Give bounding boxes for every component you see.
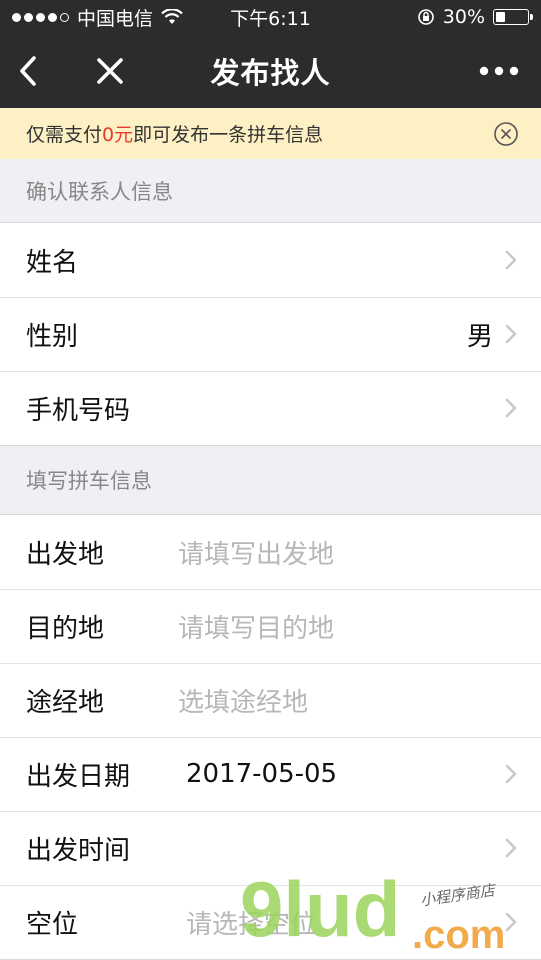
departure-input[interactable]: 请填写出发地 — [178, 534, 519, 571]
contact-section-header: 确认联系人信息 — [0, 159, 541, 222]
page-title: 发布找人 — [210, 56, 331, 90]
close-circle-icon[interactable] — [493, 121, 519, 147]
destination-label: 目的地 — [26, 613, 105, 644]
departure-label: 出发地 — [26, 539, 105, 570]
carrier-label: 中国电信 — [77, 7, 154, 30]
waypoint-input[interactable]: 选填途经地 — [178, 682, 519, 719]
chevron-right-icon — [505, 764, 519, 784]
seats-select[interactable]: 请选择空位 — [178, 904, 505, 941]
battery-icon — [493, 9, 533, 25]
date-row[interactable]: 出发日期 2017-05-05 — [0, 737, 541, 811]
navbar: 发布找人 — [0, 34, 541, 108]
time-row[interactable]: 出发时间 — [0, 811, 541, 885]
gender-row[interactable]: 性别 男 — [0, 297, 541, 371]
status-right: 30% — [417, 6, 533, 28]
chevron-right-icon — [505, 838, 519, 858]
waypoint-row[interactable]: 途经地 选填途经地 — [0, 663, 541, 737]
ride-group: 出发地 请填写出发地 目的地 请填写目的地 途经地 选填途经地 出发日期 201… — [0, 514, 541, 960]
chevron-right-icon — [505, 398, 519, 418]
time-label: 出发时间 — [26, 835, 131, 866]
phone-row[interactable]: 手机号码 — [0, 371, 541, 445]
notice-banner: 仅需支付0元即可发布一条拼车信息 — [0, 108, 541, 159]
status-bar: 中国电信 下午6:11 30% — [0, 0, 541, 34]
contact-group: 姓名 性别 男 手机号码 — [0, 222, 541, 446]
departure-row[interactable]: 出发地 请填写出发地 — [0, 515, 541, 589]
ride-section-header: 填写拼车信息 — [0, 446, 541, 514]
notice-prefix: 仅需支付 — [26, 124, 103, 146]
notice-text: 仅需支付0元即可发布一条拼车信息 — [26, 120, 323, 147]
date-label: 出发日期 — [26, 761, 131, 792]
phone-label: 手机号码 — [26, 395, 131, 426]
battery-percent: 30% — [442, 6, 485, 28]
date-value: 2017-05-05 — [186, 759, 338, 789]
seats-row[interactable]: 空位 请选择空位 — [0, 885, 541, 959]
gender-value: 男 — [466, 321, 493, 352]
chevron-right-icon — [505, 912, 519, 932]
waypoint-label: 途经地 — [26, 687, 105, 718]
gender-label: 性别 — [26, 321, 79, 352]
status-left: 中国电信 — [12, 4, 183, 31]
orientation-lock-icon — [417, 9, 434, 25]
more-button[interactable] — [469, 34, 529, 108]
destination-input[interactable]: 请填写目的地 — [178, 608, 519, 645]
signal-icon — [12, 12, 69, 22]
wifi-icon — [161, 9, 183, 24]
chevron-right-icon — [505, 324, 519, 344]
notice-suffix: 即可发布一条拼车信息 — [133, 124, 324, 146]
notice-price: 0元 — [102, 124, 134, 146]
name-row[interactable]: 姓名 — [0, 223, 541, 297]
destination-row[interactable]: 目的地 请填写目的地 — [0, 589, 541, 663]
name-label: 姓名 — [26, 247, 79, 278]
more-dots-icon — [479, 66, 519, 76]
seats-label: 空位 — [26, 909, 79, 940]
chevron-right-icon — [505, 250, 519, 270]
